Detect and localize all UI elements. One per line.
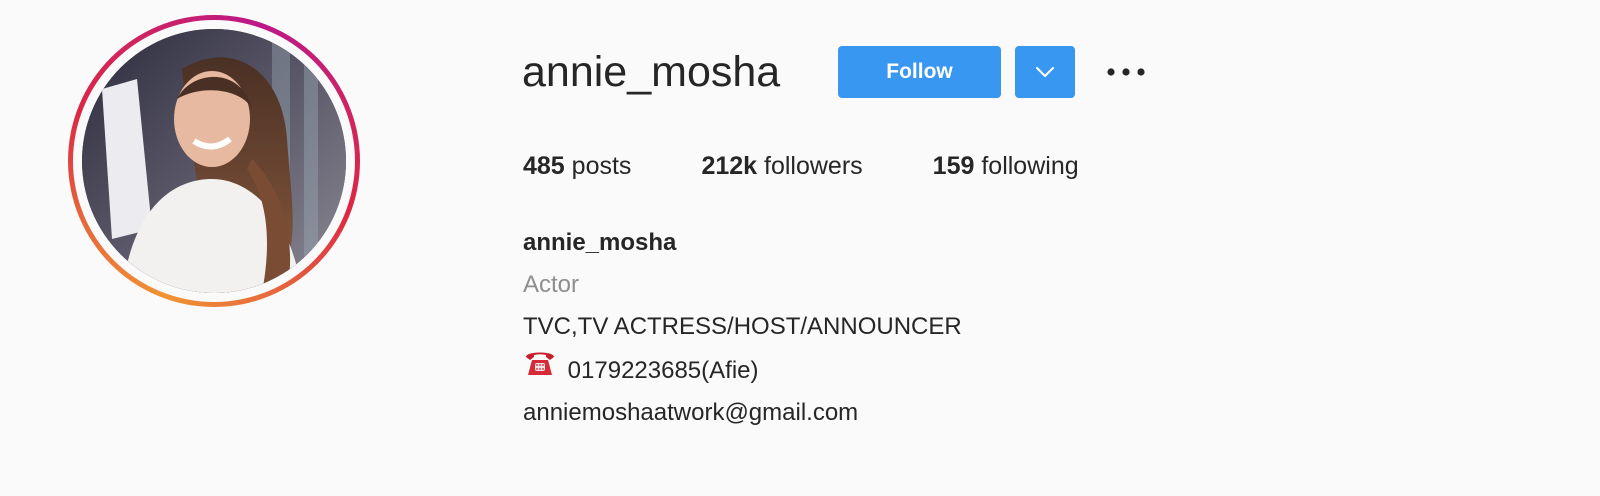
- suggested-accounts-button[interactable]: [1015, 46, 1075, 98]
- profile-stats: 485 posts 212k followers 159 following: [523, 150, 1079, 182]
- profile-header: annie_mosha Follow 485 posts 212k follow…: [0, 0, 1600, 496]
- more-options-icon: [1107, 68, 1145, 76]
- profile-bio: annie_mosha Actor TVC,TV ACTRESS/HOST/AN…: [523, 222, 962, 434]
- email-text: anniemoshaatwork@gmail.com: [523, 399, 859, 426]
- phone-number: 0179223685(Afie): [567, 357, 759, 384]
- chevron-down-icon: [1036, 67, 1054, 77]
- posts-count: 485: [523, 152, 565, 180]
- phone-line: 0179223685(Afie): [523, 348, 962, 392]
- posts-label: posts: [571, 152, 632, 180]
- more-options-button[interactable]: [1103, 54, 1149, 90]
- following-stat[interactable]: 159 following: [933, 150, 1079, 182]
- category-label: Actor: [523, 271, 580, 298]
- followers-label: followers: [764, 152, 863, 180]
- avatar[interactable]: [82, 29, 346, 293]
- posts-stat: 485 posts: [523, 150, 631, 182]
- followers-count: 212k: [701, 152, 758, 180]
- telephone-icon: [526, 352, 554, 375]
- username-heading: annie_mosha: [522, 48, 781, 96]
- followers-stat[interactable]: 212k followers: [701, 150, 862, 182]
- avatar-photo: [82, 29, 346, 293]
- story-ring-avatar[interactable]: [68, 15, 360, 307]
- follow-button[interactable]: Follow: [838, 46, 1001, 98]
- bio-line: TVC,TV ACTRESS/HOST/ANNOUNCER: [523, 313, 962, 340]
- full-name: annie_mosha: [523, 229, 677, 256]
- following-count: 159: [932, 152, 975, 180]
- following-label: following: [981, 152, 1079, 180]
